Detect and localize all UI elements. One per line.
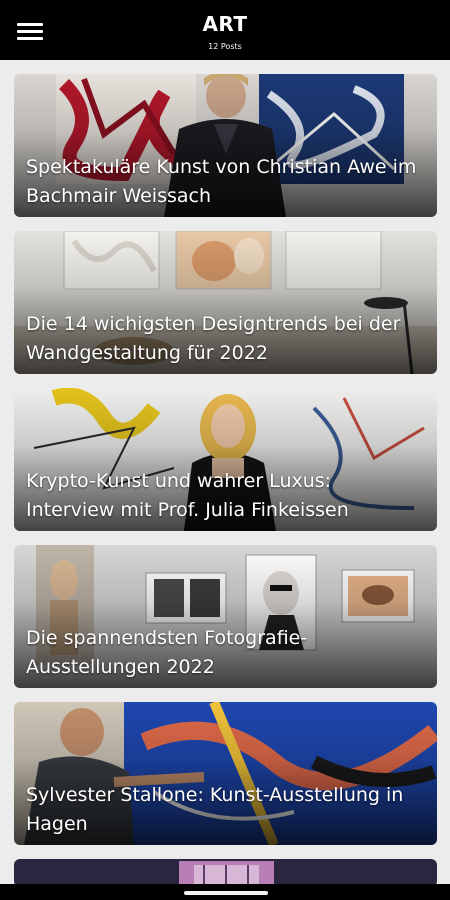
- post-card[interactable]: Die spannendsten Fotografie-Ausstellunge…: [14, 545, 437, 688]
- post-title: Die 14 wichigsten Designtrends bei der W…: [26, 313, 401, 364]
- post-feed: Spektakuläre Kunst von Christian Awe im …: [14, 74, 437, 887]
- post-title: Spektakuläre Kunst von Christian Awe im …: [26, 156, 417, 207]
- post-count: 12 Posts: [208, 42, 242, 51]
- post-title: Krypto-Kunst und wahrer Luxus: Interview…: [26, 470, 349, 521]
- post-title: Sylvester Stallone: Kunst-Ausstellung in…: [26, 784, 404, 835]
- post-title: Die spannendsten Fotografie-Ausstellunge…: [26, 627, 308, 678]
- post-image: [14, 859, 437, 887]
- header-title-block: ART 12 Posts: [0, 12, 450, 53]
- post-card[interactable]: Spektakuläre Kunst von Christian Awe im …: [14, 74, 437, 217]
- top-app-bar: ART 12 Posts: [0, 0, 450, 60]
- home-indicator[interactable]: [184, 891, 268, 895]
- post-card[interactable]: Krypto-Kunst und wahrer Luxus: Interview…: [14, 388, 437, 531]
- post-card[interactable]: Die 14 wichigsten Designtrends bei der W…: [14, 231, 437, 374]
- page-title: ART: [202, 12, 248, 36]
- post-card[interactable]: Sylvester Stallone: Kunst-Ausstellung in…: [14, 702, 437, 845]
- post-card-partial[interactable]: [14, 859, 437, 887]
